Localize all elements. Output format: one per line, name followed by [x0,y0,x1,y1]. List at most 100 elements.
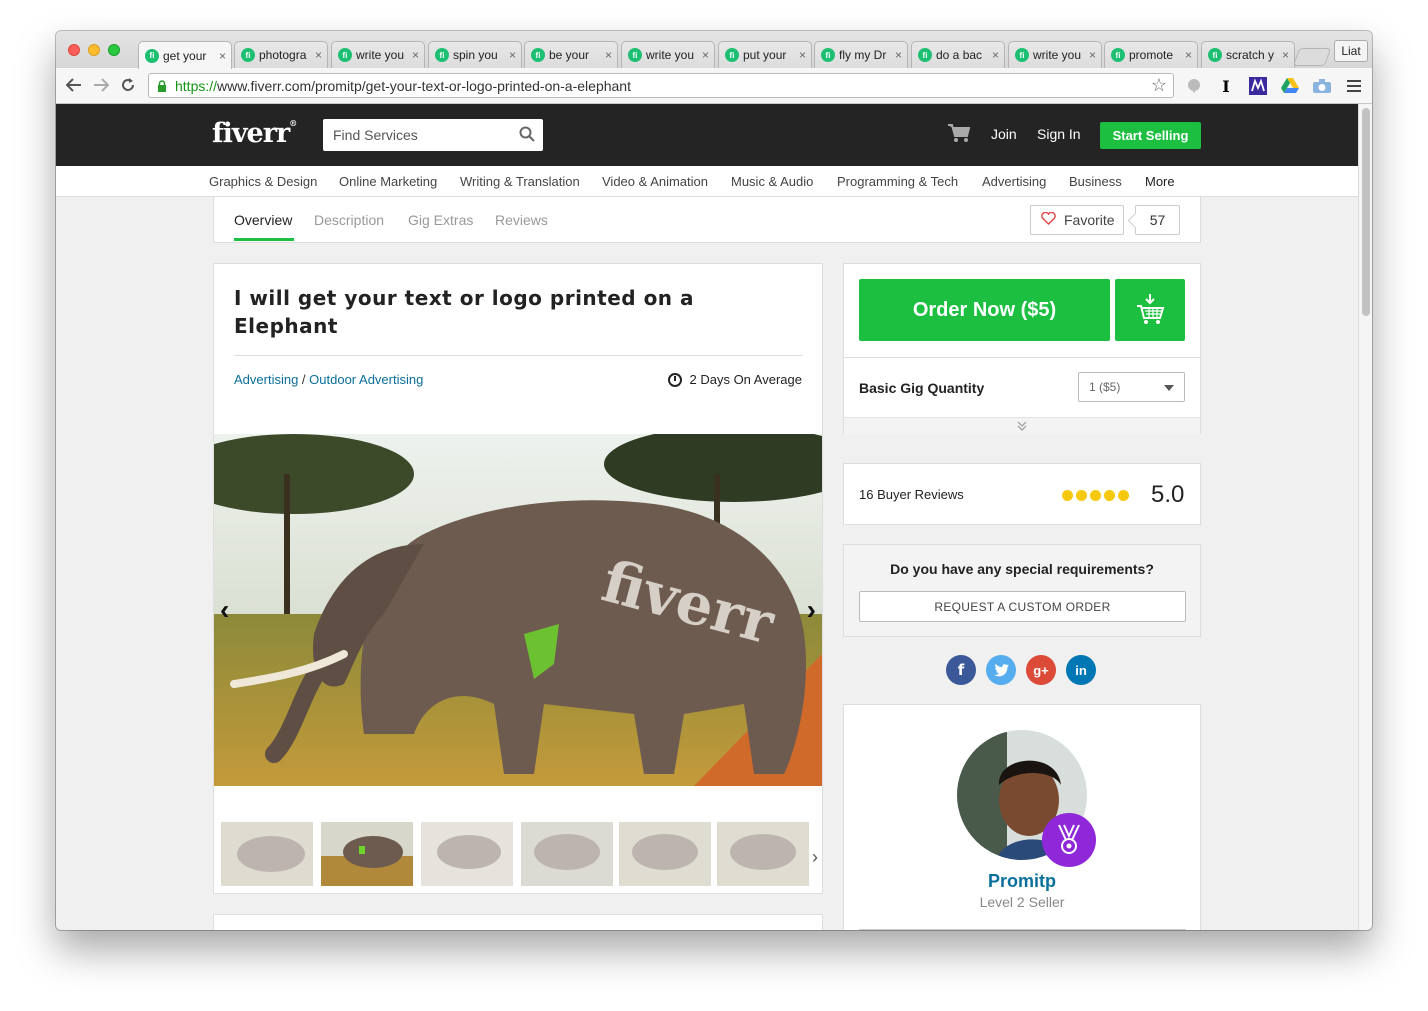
gallery-thumbnail[interactable] [321,822,413,886]
seller-name-link[interactable]: Promitp [844,871,1200,892]
vertical-scrollbar[interactable] [1358,104,1372,930]
maximize-window-button[interactable] [108,44,120,56]
browser-tab[interactable]: fi spin you × [428,41,522,68]
favorite-button[interactable]: Favorite [1030,205,1124,235]
fiverr-favicon-icon: fi [1015,48,1029,62]
tab-title: write you [356,48,405,62]
gallery-thumbnail[interactable] [521,822,613,886]
new-tab-button[interactable] [1292,48,1332,66]
close-tab-icon[interactable]: × [219,49,226,63]
next-arrow-icon[interactable]: › [807,594,816,626]
cart-icon[interactable] [948,123,971,148]
close-tab-icon[interactable]: × [509,48,516,62]
address-bar[interactable]: https://www.fiverr.com/promitp/get-your-… [148,73,1174,98]
gallery-thumbnail[interactable] [717,822,809,886]
facebook-icon[interactable]: f [946,655,976,685]
category-graphics-design[interactable]: Graphics & Design [209,174,317,189]
heart-icon [1041,211,1056,228]
tab-title: be your [549,48,590,62]
browser-tab[interactable]: fi photogra × [234,41,328,68]
buyer-reviews-count[interactable]: 16 Buyer Reviews [859,487,964,502]
browser-tab[interactable]: fi promote × [1104,41,1198,68]
search-icon[interactable] [519,126,535,145]
level-badge-icon [1042,813,1096,867]
browser-tab[interactable]: fi do a bac × [911,41,1005,68]
extension-bubble-icon[interactable] [1184,76,1204,96]
browser-tab[interactable]: fi put your × [718,41,812,68]
browser-tab[interactable]: fi write you × [621,41,715,68]
back-arrow-icon[interactable] [64,75,84,95]
page-viewport: fiverr® Find Services Join Sign In Start… [56,104,1358,930]
gallery-thumbnail[interactable] [619,822,711,886]
browser-tab[interactable]: fi fly my Dr × [814,41,908,68]
category-music-audio[interactable]: Music & Audio [731,174,813,189]
quantity-select[interactable]: 1 ($5) [1078,372,1185,402]
category-business[interactable]: Business [1069,174,1122,189]
browser-tab[interactable]: fi write you × [1008,41,1102,68]
linkedin-icon[interactable]: in [1066,655,1096,685]
start-selling-button[interactable]: Start Selling [1100,122,1201,149]
close-tab-icon[interactable]: × [992,48,999,62]
gallery-thumbnail[interactable] [221,822,313,886]
divider [859,929,1186,930]
thumbnails-next-icon[interactable]: › [812,847,818,868]
tab-description[interactable]: Description [314,212,384,228]
category-video-animation[interactable]: Video & Animation [602,174,708,189]
quantity-value: 1 ($5) [1089,380,1121,394]
seller-level: Level 2 Seller [979,894,1065,910]
gig-image-slider[interactable]: fiverr ‹ › [214,434,822,786]
close-tab-icon[interactable]: × [1282,48,1289,62]
camera-icon[interactable] [1312,76,1332,96]
close-tab-icon[interactable]: × [605,48,612,62]
previous-arrow-icon[interactable]: ‹ [220,594,229,626]
sign-in-link[interactable]: Sign In [1037,126,1081,142]
gallery-thumbnail[interactable] [421,822,513,886]
reload-icon[interactable] [118,75,138,95]
minimize-window-button[interactable] [88,44,100,56]
fiverr-logo[interactable]: fiverr® [212,118,297,149]
browser-tab[interactable]: fi write you × [331,41,425,68]
close-tab-icon[interactable]: × [315,48,322,62]
browser-tab[interactable]: fi get your × [138,41,232,69]
category-writing-translation[interactable]: Writing & Translation [460,174,580,189]
elephant-photo: fiverr [214,434,822,786]
close-tab-icon[interactable]: × [1089,48,1096,62]
browser-tab[interactable]: fi be your × [524,41,618,68]
category-programming-tech[interactable]: Programming & Tech [837,174,958,189]
menu-hamburger-icon[interactable] [1344,76,1364,96]
search-input[interactable]: Find Services [323,119,543,151]
extension-m-icon[interactable] [1248,76,1268,96]
close-tab-icon[interactable]: × [1185,48,1192,62]
close-tab-icon[interactable]: × [412,48,419,62]
tab-reviews[interactable]: Reviews [495,212,548,228]
category-advertising[interactable]: Advertising [982,174,1046,189]
profile-button[interactable]: Liat [1334,40,1368,62]
join-link[interactable]: Join [991,126,1017,142]
rating-value: 5.0 [1151,481,1185,508]
breadcrumb-subcategory-link[interactable]: Outdoor Advertising [309,372,423,387]
close-tab-icon[interactable]: × [702,48,709,62]
twitter-icon[interactable] [986,655,1016,685]
breadcrumb-category-link[interactable]: Advertising [234,372,298,387]
google-drive-icon[interactable] [1280,76,1300,96]
google-plus-icon[interactable]: g+ [1026,655,1056,685]
close-tab-icon[interactable]: × [895,48,902,62]
category-online-marketing[interactable]: Online Marketing [339,174,437,189]
fiverr-favicon-icon: fi [241,48,255,62]
tab-overview[interactable]: Overview [234,212,292,228]
bookmark-star-icon[interactable]: ☆ [1151,75,1167,96]
browser-tab[interactable]: fi scratch y × [1201,41,1295,68]
tab-gig-extras[interactable]: Gig Extras [408,212,473,228]
add-to-cart-button[interactable] [1115,279,1185,341]
close-window-button[interactable] [68,44,80,56]
request-custom-order-button[interactable]: REQUEST A CUSTOM ORDER [859,591,1186,622]
category-more[interactable]: More [1145,174,1175,189]
scrollbar-thumb[interactable] [1362,108,1370,316]
share-buttons: f g+ in [946,655,1096,685]
instapaper-icon[interactable]: I [1216,76,1236,96]
expand-extras-toggle[interactable] [844,417,1200,434]
chevron-down-icon [1164,385,1174,391]
order-now-button[interactable]: Order Now ($5) [859,279,1110,341]
forward-arrow-icon[interactable] [91,75,111,95]
close-tab-icon[interactable]: × [799,48,806,62]
